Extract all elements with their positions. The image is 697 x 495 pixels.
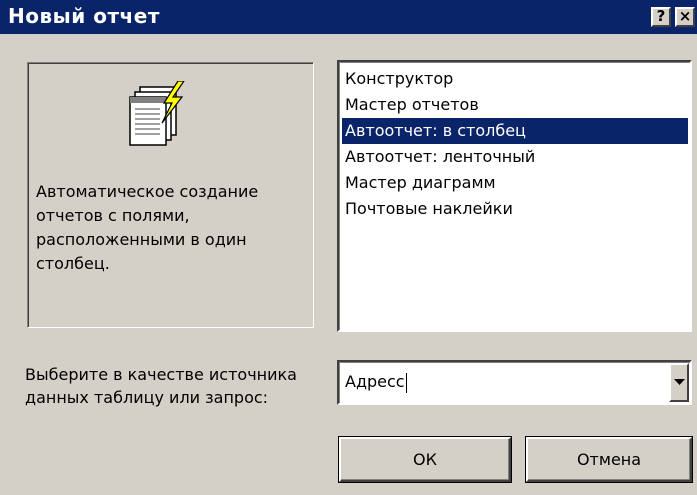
- text-caret: [405, 372, 407, 393]
- chevron-down-icon: [674, 379, 685, 385]
- preview-panel: Автоматическое создание отчетов с полями…: [27, 62, 314, 328]
- list-item[interactable]: Конструктор: [342, 66, 688, 92]
- list-item[interactable]: Автоотчет: ленточный: [342, 144, 688, 170]
- dropdown-button[interactable]: [669, 363, 689, 402]
- cancel-button[interactable]: Отмена: [526, 437, 692, 482]
- list-item[interactable]: Мастер отчетов: [342, 92, 688, 118]
- source-label: Выберите в качестве источника данных таб…: [25, 365, 297, 407]
- source-value: Адресс: [345, 372, 405, 391]
- report-wizard-icon: [126, 80, 196, 163]
- window-title: Новый отчет: [8, 4, 160, 28]
- list-item[interactable]: Мастер диаграмм: [342, 170, 688, 196]
- list-item-selected[interactable]: Автоотчет: в столбец: [342, 118, 688, 144]
- source-input[interactable]: Адресс: [345, 370, 407, 394]
- new-report-dialog: Новый отчет ? × Автоматическое создание …: [0, 0, 697, 495]
- source-combobox[interactable]: Адресс: [337, 360, 692, 405]
- preview-description: Автоматическое создание отчетов с полями…: [36, 182, 259, 273]
- help-button[interactable]: ?: [651, 7, 671, 27]
- report-type-list[interactable]: Конструктор Мастер отчетов Автоотчет: в …: [337, 60, 692, 332]
- close-button[interactable]: ×: [675, 7, 695, 27]
- ok-button[interactable]: ОК: [339, 437, 511, 482]
- list-item[interactable]: Почтовые наклейки: [342, 196, 688, 222]
- title-bar[interactable]: Новый отчет ? ×: [0, 0, 697, 34]
